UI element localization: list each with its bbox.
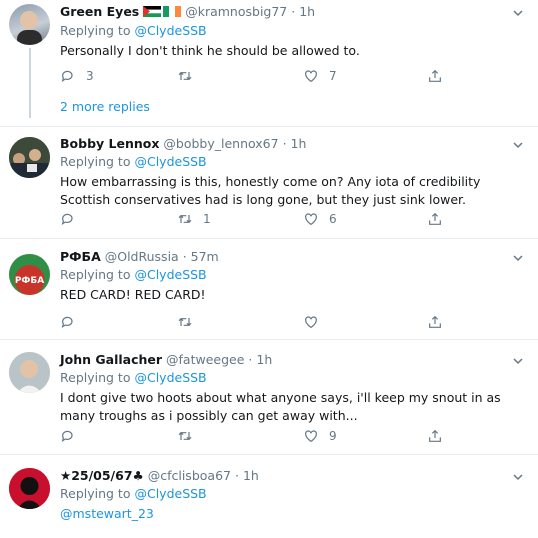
avatar[interactable] — [9, 352, 50, 393]
retweet-icon — [178, 71, 192, 81]
flag-icons — [143, 4, 182, 22]
reply-icon — [61, 316, 73, 328]
reply-button[interactable] — [60, 210, 86, 228]
author-handle[interactable]: @cfclisboa67 — [148, 468, 231, 483]
avatar[interactable] — [9, 4, 50, 45]
heart-icon — [305, 316, 317, 329]
reply-icon — [61, 213, 73, 225]
avatar[interactable] — [9, 137, 50, 178]
reply-to-link[interactable]: @ClydeSSB — [134, 486, 206, 501]
retweet-icon — [178, 431, 192, 441]
share-icon — [429, 315, 441, 328]
replying-label: Replying to — [60, 486, 131, 501]
chevron-down-icon[interactable] — [512, 355, 524, 367]
share-icon — [429, 69, 441, 82]
separator-dot: · — [291, 4, 296, 19]
reply-to-link[interactable]: @ClydeSSB — [134, 154, 206, 169]
share-icon — [429, 429, 441, 442]
heart-icon — [305, 430, 317, 443]
like-button[interactable]: 9 — [303, 427, 337, 445]
reply-to-link[interactable]: @ClydeSSB — [134, 267, 206, 282]
reply-feed: Green Eyes @kramnosbig77 · 1h Replying t… — [0, 0, 538, 538]
tweet-text: RED CARD! RED CARD! — [60, 287, 206, 302]
share-button[interactable] — [427, 67, 443, 85]
retweet-count: 1 — [203, 212, 211, 226]
reply-count: 3 — [86, 69, 94, 83]
tweet-text: I dont give two hoots about what anyone … — [60, 390, 501, 423]
like-button[interactable]: 7 — [303, 67, 337, 85]
timestamp[interactable]: 57m — [191, 249, 219, 264]
avatar[interactable] — [9, 468, 50, 509]
retweet-button[interactable]: 1 — [177, 210, 211, 228]
separator-dot: · — [182, 249, 187, 264]
tweet[interactable]: РФБА РФБА @OldRussia · 57m Replying to @… — [0, 239, 538, 340]
tweet[interactable]: John Gallacher @fatweegee · 1h Replying … — [0, 340, 538, 455]
share-button[interactable] — [427, 210, 443, 228]
retweet-button[interactable] — [177, 313, 193, 331]
author-handle[interactable]: @bobby_lennox67 — [163, 136, 278, 151]
timestamp[interactable]: 1h — [291, 136, 307, 151]
author-handle[interactable]: @OldRussia — [105, 249, 179, 264]
retweet-button[interactable] — [177, 67, 203, 85]
author-handle[interactable]: @fatweegee — [166, 352, 244, 367]
separator-dot: · — [234, 468, 239, 483]
like-button[interactable]: 6 — [303, 210, 337, 228]
separator-dot: · — [282, 136, 287, 151]
mention-link[interactable]: @mstewart_23 — [60, 506, 154, 521]
replying-label: Replying to — [60, 370, 131, 385]
reply-icon — [61, 430, 73, 442]
replying-label: Replying to — [60, 267, 131, 282]
timestamp[interactable]: 1h — [299, 4, 315, 19]
like-button[interactable] — [303, 313, 319, 331]
chevron-down-icon[interactable] — [512, 139, 524, 151]
share-button[interactable] — [427, 427, 443, 445]
author-name[interactable]: Green Eyes — [60, 4, 139, 19]
avatar-logo-text: РФБА — [15, 276, 44, 286]
replying-label: Replying to — [60, 154, 131, 169]
replying-label: Replying to — [60, 23, 131, 38]
like-count: 7 — [329, 69, 337, 83]
chevron-down-icon[interactable] — [512, 7, 524, 19]
heart-icon — [305, 70, 317, 83]
share-icon — [429, 212, 441, 225]
tweet[interactable]: Bobby Lennox @bobby_lennox67 · 1h Replyi… — [0, 127, 538, 239]
thread-line — [29, 48, 31, 118]
retweet-icon — [178, 214, 192, 224]
reply-icon — [61, 70, 73, 82]
tweet[interactable]: ★25/05/67♣ @cfclisboa67 · 1h Replying to… — [0, 455, 538, 538]
tweet-text: How embarrassing is this, honestly come … — [60, 174, 481, 207]
timestamp[interactable]: 1h — [256, 352, 272, 367]
reply-to-link[interactable]: @ClydeSSB — [134, 370, 206, 385]
author-name[interactable]: РФБА — [60, 249, 101, 264]
avatar[interactable]: РФБА — [9, 254, 50, 295]
reply-button[interactable] — [60, 313, 76, 331]
timestamp[interactable]: 1h — [243, 468, 259, 483]
author-name[interactable]: ★25/05/67♣ — [60, 468, 144, 483]
like-count: 6 — [329, 212, 337, 226]
author-handle[interactable]: @kramnosbig77 — [185, 4, 287, 19]
share-button[interactable] — [427, 313, 443, 331]
reply-button[interactable]: 3 — [60, 67, 94, 85]
chevron-down-icon[interactable] — [512, 252, 524, 264]
tweet[interactable]: Green Eyes @kramnosbig77 · 1h Replying t… — [0, 0, 538, 127]
author-name[interactable]: Bobby Lennox — [60, 136, 159, 151]
retweet-icon — [178, 317, 192, 327]
retweet-button[interactable] — [177, 427, 193, 445]
author-name[interactable]: John Gallacher — [60, 352, 162, 367]
heart-icon — [305, 213, 317, 226]
more-replies-link[interactable]: 2 more replies — [60, 99, 150, 114]
reply-button[interactable] — [60, 427, 76, 445]
chevron-down-icon[interactable] — [512, 471, 524, 483]
tweet-text: Personally I don't think he should be al… — [60, 43, 360, 58]
like-count: 9 — [329, 429, 337, 443]
reply-to-link[interactable]: @ClydeSSB — [134, 23, 206, 38]
separator-dot: · — [248, 352, 253, 367]
